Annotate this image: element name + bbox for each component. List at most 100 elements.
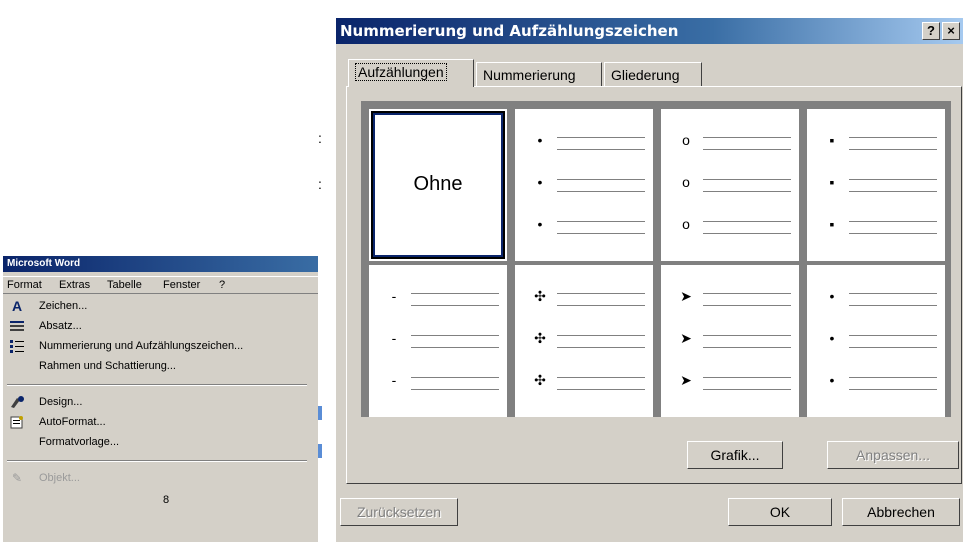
bullet-symbol: ➤: [680, 372, 692, 388]
bullet-text-line: [557, 221, 645, 222]
bullet-option-6[interactable]: ✣ ✣ ✣: [515, 265, 653, 417]
bullet-preview-row: •: [529, 215, 649, 245]
bullet-preview-row: -: [383, 329, 503, 359]
bullet-preview-row: •: [529, 173, 649, 203]
tab-label: Aufzählungen: [355, 63, 447, 81]
bullet-gallery: Ohne • • • o o o ▪ ▪ ▪ - - - ✣ ✣ ✣ ➤ ➤ ➤ • • •: [361, 101, 951, 417]
stray-glyph: :: [318, 176, 322, 192]
bullet-text-line: [849, 293, 937, 294]
tab-nummerierung[interactable]: Nummerierung: [476, 62, 602, 86]
close-button[interactable]: ×: [942, 22, 960, 40]
word-menubar: Format Extras Tabelle Fenster ?: [3, 276, 323, 294]
bullet-text-line: [557, 191, 645, 192]
dialog-titlebar[interactable]: Nummerierung und Aufzählungszeichen ? ×: [336, 18, 963, 44]
menu-item-autoformat[interactable]: AutoFormat...: [3, 412, 313, 432]
strip-mark: [318, 406, 322, 420]
bullet-symbol: ✣: [534, 372, 546, 388]
object-icon: ✎: [11, 471, 23, 485]
menubar-extras[interactable]: Extras: [59, 279, 90, 291]
menu-item-nummerierung[interactable]: Nummerierung und Aufzählungszeichen...: [3, 336, 313, 356]
bullet-symbol: o: [682, 132, 690, 148]
strip-mark: [318, 444, 322, 458]
customize-button[interactable]: Anpassen...: [827, 441, 959, 469]
bullet-option-7[interactable]: ➤ ➤ ➤: [661, 265, 799, 417]
reset-button[interactable]: Zurücksetzen: [340, 498, 458, 526]
bullet-option-2[interactable]: • • •: [515, 109, 653, 261]
bullets-tab-panel: Ohne • • • o o o ▪ ▪ ▪ - - - ✣ ✣ ✣ ➤ ➤ ➤ • • • Grafik... Anpa…: [346, 86, 962, 484]
menu-item-zeichen[interactable]: A Zeichen...: [3, 296, 313, 316]
bullet-text-line: [703, 149, 791, 150]
picture-button[interactable]: Grafik...: [687, 441, 783, 469]
bullet-symbol: ▪: [829, 216, 835, 232]
bullet-text-line: [557, 179, 645, 180]
bullet-option-4[interactable]: ▪ ▪ ▪: [807, 109, 945, 261]
font-a-icon: A: [11, 298, 23, 314]
menu-item-objekt[interactable]: ✎ Objekt...: [3, 468, 313, 488]
bullet-text-line: [849, 347, 937, 348]
bullet-text-line: [703, 377, 791, 378]
bullet-preview-row: ▪: [821, 215, 941, 245]
bullet-text-line: [703, 305, 791, 306]
menubar-help[interactable]: ?: [219, 279, 225, 291]
bullet-option-1[interactable]: Ohne: [369, 109, 507, 261]
bullet-option-frame: • • •: [811, 269, 941, 413]
bullet-symbol: -: [391, 288, 397, 304]
menu-item-rahmen[interactable]: Rahmen und Schattierung...: [3, 356, 313, 376]
bullet-symbol: ✣: [534, 330, 546, 346]
menu-item-label: Design...: [39, 396, 83, 408]
tab-gliederung[interactable]: Gliederung: [604, 62, 702, 86]
bullet-option-8[interactable]: • • •: [807, 265, 945, 417]
menu-item-label: Rahmen und Schattierung...: [39, 360, 176, 372]
bullet-text-line: [703, 233, 791, 234]
bullet-preview-row: o: [675, 215, 795, 245]
menu-item-formatvorlage[interactable]: Formatvorlage...: [3, 432, 313, 452]
bullet-text-line: [411, 293, 499, 294]
bullet-option-frame: - - -: [373, 269, 503, 413]
tab-aufzaehlungen[interactable]: Aufzählungen: [348, 59, 474, 87]
bullet-text-line: [849, 305, 937, 306]
autoformat-icon: [9, 415, 25, 429]
bullet-text-line: [703, 347, 791, 348]
bullet-symbol: ✣: [534, 288, 546, 304]
bullet-text-line: [703, 293, 791, 294]
stray-glyph: :: [318, 130, 322, 146]
bullet-option-3[interactable]: o o o: [661, 109, 799, 261]
menubar-tabelle[interactable]: Tabelle: [107, 279, 142, 291]
bullet-preview-row: •: [529, 131, 649, 161]
menubar-fenster[interactable]: Fenster: [163, 279, 200, 291]
bullet-option-frame: Ohne: [373, 113, 503, 257]
bullet-option-5[interactable]: - - -: [369, 265, 507, 417]
bullet-preview-row: ✣: [529, 329, 649, 359]
bullet-preview-row: -: [383, 371, 503, 401]
menu-separator: [7, 384, 307, 386]
bullet-text-line: [703, 335, 791, 336]
bullet-symbol: •: [537, 174, 543, 190]
bullet-preview-row: ▪: [821, 131, 941, 161]
cancel-button[interactable]: Abbrechen: [842, 498, 960, 526]
bullet-text-line: [703, 179, 791, 180]
bullet-text-line: [557, 305, 645, 306]
help-button[interactable]: ?: [922, 22, 940, 40]
bullet-preview-row: •: [821, 287, 941, 317]
dialog-title: Nummerierung und Aufzählungszeichen: [340, 22, 679, 40]
menu-item-design[interactable]: Design...: [3, 392, 313, 412]
bullet-symbol: ➤: [680, 288, 692, 304]
menu-item-absatz[interactable]: Absatz...: [3, 316, 313, 336]
menu-item-label: Zeichen...: [39, 300, 88, 312]
menu-item-label: AutoFormat...: [39, 416, 106, 428]
bullet-option-frame: ➤ ➤ ➤: [665, 269, 795, 413]
bullet-text-line: [557, 389, 645, 390]
bullet-text-line: [849, 137, 937, 138]
bullet-text-line: [557, 137, 645, 138]
bullet-preview-row: ➤: [675, 287, 795, 317]
menubar-format[interactable]: Format: [7, 279, 42, 291]
bullet-option-frame: ✣ ✣ ✣: [519, 269, 649, 413]
ok-button[interactable]: OK: [728, 498, 832, 526]
bullet-preview-row: •: [821, 329, 941, 359]
bullet-text-line: [849, 191, 937, 192]
bullet-option-frame: o o o: [665, 113, 795, 257]
bullet-symbol: ▪: [829, 132, 835, 148]
word-window-title: Microsoft Word: [3, 256, 323, 272]
bullet-text-line: [557, 335, 645, 336]
bullet-option-frame: ▪ ▪ ▪: [811, 113, 941, 257]
